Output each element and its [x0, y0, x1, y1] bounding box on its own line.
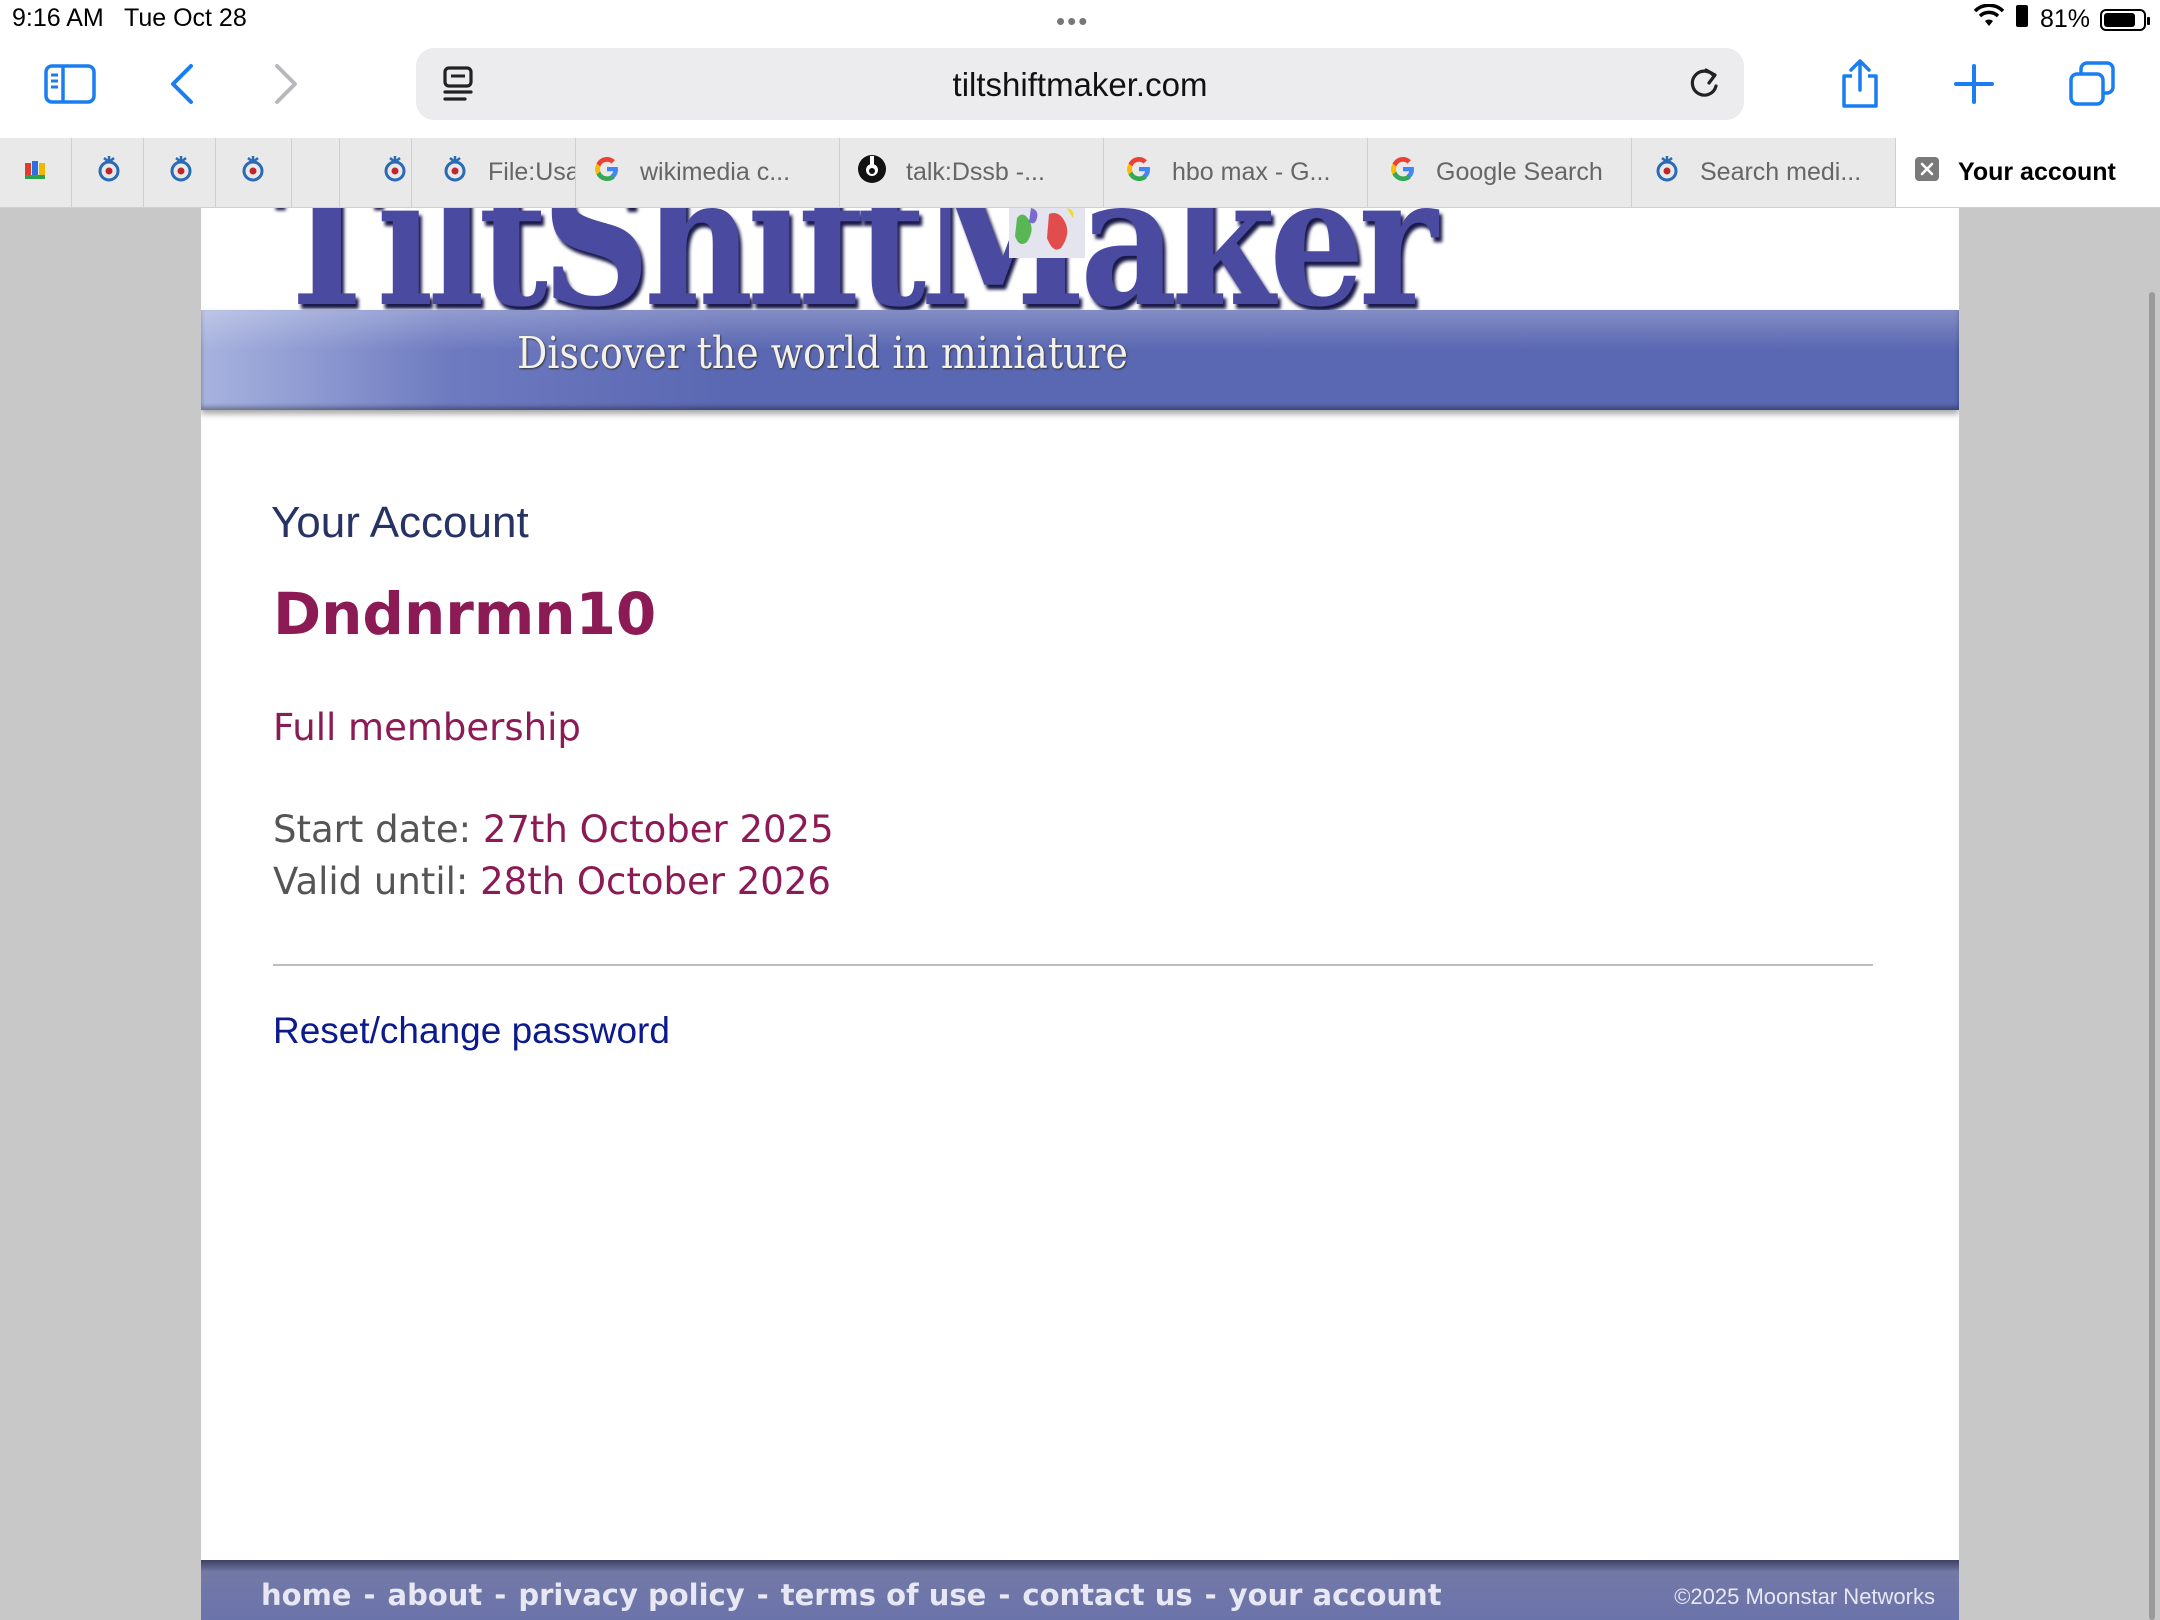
tab-google-search[interactable]: Google Search	[1368, 138, 1632, 207]
tab-label: Your account	[1958, 158, 2116, 186]
orientation-lock-icon	[2014, 4, 2030, 35]
tab-label: talk:Dssb -...	[906, 158, 1045, 186]
membership-type: Full membership	[273, 706, 581, 749]
account-username: Dndnrmn10	[273, 580, 657, 648]
wifi-icon	[1973, 3, 2005, 35]
tab-extension[interactable]	[0, 138, 72, 207]
footer-link-your-account[interactable]: your account	[1229, 1578, 1442, 1612]
tab-commons-1[interactable]	[72, 138, 144, 207]
valid-until-value: 28th October 2026	[480, 860, 831, 903]
footer-link-home[interactable]: home	[261, 1578, 351, 1612]
commons-icon	[238, 154, 268, 191]
browser-toolbar: tiltshiftmaker.com	[0, 40, 2160, 138]
commons-icon	[94, 154, 124, 191]
tab-strip: File:Usa wikimedia c... talk:Dssb -... h…	[0, 138, 2160, 208]
footer-nav: home - about - privacy policy - terms of use - c…	[261, 1578, 1442, 1612]
google-icon	[1388, 154, 1418, 191]
google-icon	[1124, 154, 1154, 191]
tab-label: Google Search	[1436, 158, 1603, 186]
footer-separator: -	[494, 1578, 507, 1612]
web-page: TiltShiftMaker Discover the world in min…	[201, 208, 1959, 1620]
address-bar[interactable]: tiltshiftmaker.com	[416, 48, 1744, 120]
share-icon[interactable]	[1830, 54, 1890, 114]
valid-until-label: Valid until:	[273, 860, 469, 903]
status-indicators: 81%	[1973, 3, 2150, 35]
battery-tip	[2147, 16, 2150, 25]
tab-commons-4[interactable]	[340, 138, 412, 207]
valid-until-row: Valid until: 28th October 2026	[273, 860, 831, 903]
commons-icon	[440, 154, 470, 191]
site-header: TiltShiftMaker	[201, 208, 1959, 347]
battery-fill	[2104, 12, 2135, 27]
back-icon[interactable]	[152, 54, 212, 114]
footer-link-contact-us[interactable]: contact us	[1022, 1578, 1192, 1612]
footer-link-about[interactable]: about	[388, 1578, 483, 1612]
status-date: Tue Oct 28	[124, 4, 247, 32]
tab-your-account[interactable]: Your account	[1896, 138, 2160, 207]
page-title: Your Account	[271, 498, 529, 547]
tab-label: hbo max - G...	[1172, 158, 1331, 186]
footer-separator: -	[756, 1578, 769, 1612]
battery-icon	[2100, 8, 2150, 31]
copyright-text: ©2025 Moonstar Networks	[1674, 1584, 1935, 1609]
battery-percent: 81%	[2039, 5, 2090, 33]
start-date-row: Start date: 27th October 2025	[273, 808, 834, 851]
reload-icon[interactable]	[1684, 62, 1724, 111]
start-date-label: Start date:	[273, 808, 472, 851]
tab-commons-2[interactable]	[144, 138, 216, 207]
footer-link-terms-of-use[interactable]: terms of use	[781, 1578, 987, 1612]
logo-mark-icon	[1009, 208, 1085, 258]
tab-wikimedia-search[interactable]: wikimedia c...	[576, 138, 840, 207]
divider	[273, 964, 1873, 966]
extension-icon	[22, 156, 48, 189]
tab-search-media[interactable]: Search medi...	[1632, 138, 1896, 207]
tab-talk-dssb[interactable]: talk:Dssb -...	[840, 138, 1104, 207]
tab-label: Search medi...	[1700, 158, 1862, 186]
status-bar: 9:16 AM Tue Oct 28 ••• 81%	[0, 0, 2160, 40]
page-scrollbar[interactable]	[2149, 292, 2155, 1620]
commons-icon	[380, 154, 410, 191]
footer-separator: -	[363, 1578, 376, 1612]
commons-icon	[166, 154, 196, 191]
google-icon	[592, 154, 622, 191]
footer-separator: -	[998, 1578, 1011, 1612]
url-text[interactable]: tiltshiftmaker.com	[416, 66, 1744, 104]
tab-label: File:Usa	[488, 158, 576, 186]
tab-file-usa[interactable]: File:Usa	[412, 138, 576, 207]
start-date-value: 27th October 2025	[482, 808, 834, 851]
tab-hbo-max[interactable]: hbo max - G...	[1104, 138, 1368, 207]
footer-separator: -	[1204, 1578, 1217, 1612]
sidebar-icon[interactable]	[40, 54, 100, 114]
wikimedia-icon	[856, 153, 888, 192]
tagline-banner: Discover the world in miniature	[201, 310, 1959, 410]
status-time: 9:16 AM	[12, 4, 104, 32]
tab-blank[interactable]	[292, 138, 340, 207]
tab-commons-3[interactable]	[216, 138, 292, 207]
forward-icon[interactable]	[256, 54, 316, 114]
commons-icon	[1652, 154, 1682, 191]
close-tab-icon[interactable]	[1914, 156, 1940, 189]
site-tagline: Discover the world in miniature	[517, 328, 1128, 379]
tabs-overview-icon[interactable]	[2062, 54, 2122, 114]
site-footer: home - about - privacy policy - terms of use - c…	[201, 1560, 1959, 1620]
tab-label: wikimedia c...	[640, 158, 791, 186]
footer-link-privacy-policy[interactable]: privacy policy	[518, 1578, 744, 1612]
reset-password-link[interactable]: Reset/change password	[273, 1010, 670, 1052]
multitasking-dots-icon[interactable]: •••	[1056, 6, 1089, 37]
new-tab-icon[interactable]	[1944, 54, 2004, 114]
